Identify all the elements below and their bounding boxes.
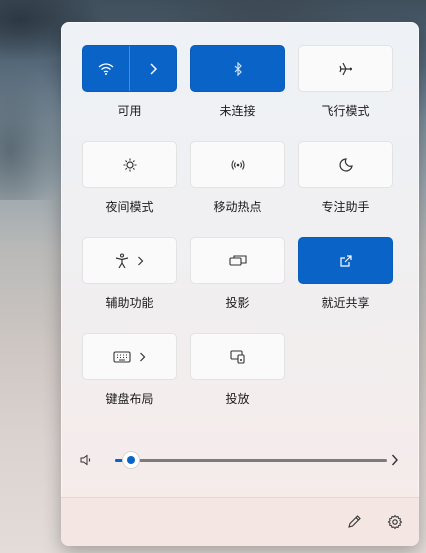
accessibility-label: 辅助功能 xyxy=(105,296,154,310)
mobile-hotspot-tile[interactable] xyxy=(190,141,285,188)
accessibility-icon xyxy=(115,252,129,269)
nearby-sharing-label: 就近共享 xyxy=(321,296,370,310)
project-label: 投影 xyxy=(225,296,250,310)
wifi-expand-button[interactable] xyxy=(130,46,176,91)
focus-assist-tile[interactable] xyxy=(298,141,393,188)
volume-row xyxy=(79,450,399,470)
nearby-sharing-tile[interactable] xyxy=(298,237,393,284)
volume-track[interactable] xyxy=(115,459,387,462)
chevron-right-icon xyxy=(149,62,157,75)
accessibility-tile[interactable] xyxy=(82,237,177,284)
speaker-icon[interactable] xyxy=(79,453,93,467)
hotspot-icon xyxy=(230,157,246,173)
airplane-icon xyxy=(338,61,354,77)
settings-button[interactable] xyxy=(385,512,405,532)
chevron-right-icon[interactable] xyxy=(389,454,399,466)
gear-icon xyxy=(387,514,403,530)
cast-icon xyxy=(229,349,246,365)
wifi-icon xyxy=(98,62,114,76)
bluetooth-tile[interactable] xyxy=(190,45,285,92)
airplane-mode-label: 飞行模式 xyxy=(321,104,370,118)
wifi-tile xyxy=(82,45,177,92)
wifi-label: 可用 xyxy=(117,104,142,118)
volume-slider-thumb[interactable] xyxy=(123,452,140,468)
keyboard-layout-tile[interactable] xyxy=(82,333,177,380)
mobile-hotspot-label: 移动热点 xyxy=(213,200,262,214)
chevron-right-icon xyxy=(137,256,144,266)
chevron-right-icon xyxy=(139,352,146,362)
keyboard-layout-label: 键盘布局 xyxy=(105,392,154,406)
pencil-icon xyxy=(346,514,362,530)
bluetooth-icon xyxy=(233,61,243,76)
project-icon xyxy=(228,254,247,268)
night-light-icon xyxy=(122,157,138,173)
moon-icon xyxy=(338,157,353,172)
night-light-label: 夜间模式 xyxy=(105,200,154,214)
quick-settings-footer xyxy=(61,497,419,546)
wifi-toggle[interactable] xyxy=(83,46,129,91)
cast-tile[interactable] xyxy=(190,333,285,380)
project-tile[interactable] xyxy=(190,237,285,284)
focus-assist-label: 专注助手 xyxy=(321,200,370,214)
bluetooth-label: 未连接 xyxy=(219,104,256,118)
nearby-share-icon xyxy=(339,254,353,268)
quick-settings-panel: 可用 未连接 飞行模式 夜间模式 移动热点 专注助手 辅助功能 投影 就近共享 … xyxy=(61,22,419,546)
cast-label: 投放 xyxy=(225,392,250,406)
edit-quick-settings-button[interactable] xyxy=(344,512,364,532)
night-light-tile[interactable] xyxy=(82,141,177,188)
keyboard-icon xyxy=(113,350,131,363)
airplane-mode-tile[interactable] xyxy=(298,45,393,92)
